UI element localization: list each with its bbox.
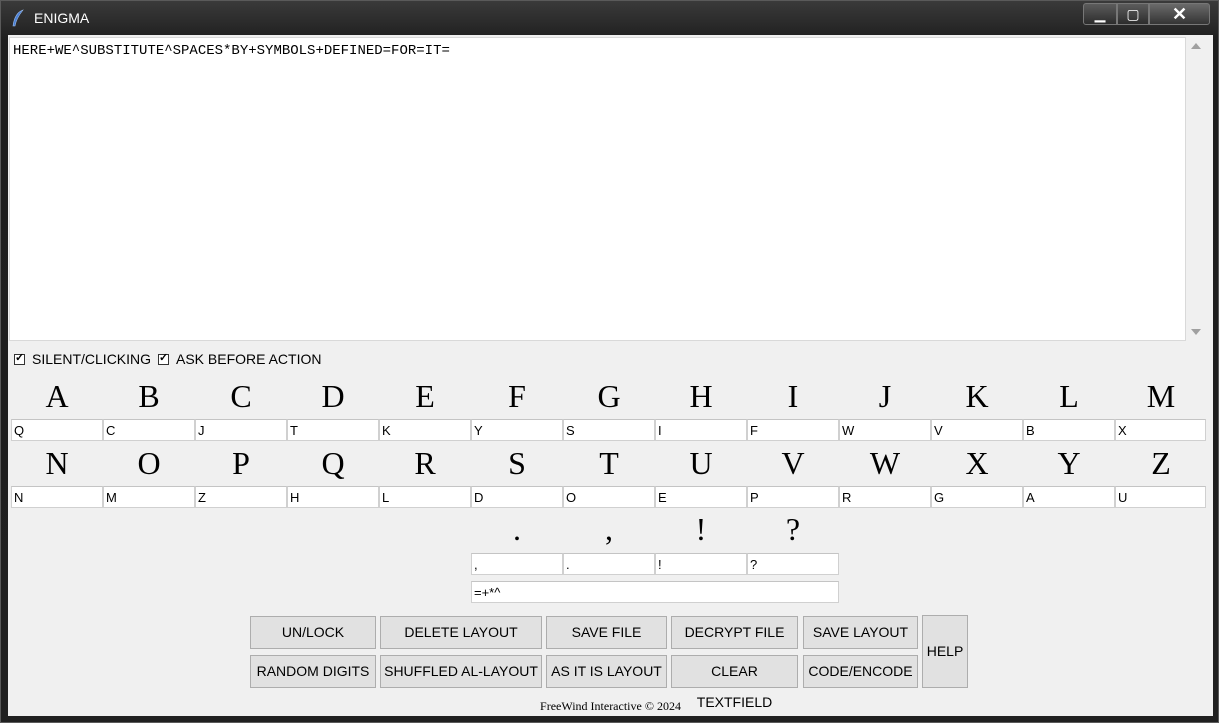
textfield-scrollbar[interactable] <box>1188 37 1205 341</box>
substitution-field[interactable]: R <box>839 486 931 508</box>
punctuation-label: ? <box>785 511 801 547</box>
window-title: ENIGMA <box>34 10 90 26</box>
letter-label: S <box>508 445 526 481</box>
scroll-down-icon[interactable] <box>1191 329 1201 335</box>
code-encode-button[interactable]: CODE/ENCODE <box>803 655 918 688</box>
clear-textfield-button[interactable]: CLEAR TEXTFIELD <box>671 655 798 710</box>
substitution-field[interactable]: L <box>379 486 471 508</box>
silent-clicking-label: SILENT/CLICKING <box>32 351 152 367</box>
letter-label: D <box>321 378 345 414</box>
client-area: HERE+WE^SUBSTITUTE^SPACES*BY+SYMBOLS+DEF… <box>8 35 1213 716</box>
substitution-field[interactable]: T <box>287 419 379 441</box>
unlock-button[interactable]: UN/LOCK <box>250 616 376 649</box>
letter-label: R <box>414 445 436 481</box>
letter-label: Y <box>1057 445 1081 481</box>
letter-label: A <box>45 378 69 414</box>
letter-label: J <box>878 378 892 414</box>
random-digits-button[interactable]: RANDOM DIGITS <box>250 655 376 688</box>
letter-label: C <box>230 378 252 414</box>
substitution-field[interactable]: N <box>11 486 103 508</box>
letter-label: W <box>869 445 901 481</box>
silent-clicking-checkbox[interactable]: SILENT/CLICKING <box>14 351 151 367</box>
substitution-field[interactable]: G <box>931 486 1023 508</box>
close-button[interactable]: ✕ <box>1149 3 1210 25</box>
letter-label: I <box>787 378 799 414</box>
substitution-field[interactable]: Q <box>11 419 103 441</box>
substitution-field[interactable]: J <box>195 419 287 441</box>
ask-before-action-label: ASK BEFORE ACTION <box>176 351 322 367</box>
substitution-field[interactable]: E <box>655 486 747 508</box>
substitution-field[interactable]: Y <box>471 419 563 441</box>
letter-row-2: N O P Q R S T U V W X Y Z <box>11 447 1207 480</box>
maximize-button[interactable]: ▢ <box>1117 3 1149 25</box>
save-layout-button[interactable]: SAVE LAYOUT <box>803 616 918 649</box>
letter-label: M <box>1146 378 1176 414</box>
feather-icon <box>12 9 24 27</box>
substitution-field[interactable]: V <box>931 419 1023 441</box>
decrypt-file-button[interactable]: DECRYPT FILE <box>671 616 798 649</box>
punctuation-field[interactable]: . <box>563 553 655 575</box>
letter-label: X <box>965 445 989 481</box>
help-button[interactable]: HELP <box>922 615 968 688</box>
ask-before-action-checkbox[interactable]: ASK BEFORE ACTION <box>158 351 321 367</box>
punctuation-field[interactable]: ? <box>747 553 839 575</box>
substitution-field[interactable]: H <box>287 486 379 508</box>
punctuation-field[interactable]: ! <box>655 553 747 575</box>
check-icon[interactable] <box>158 351 169 365</box>
check-icon[interactable] <box>14 351 25 365</box>
letter-label: H <box>689 378 713 414</box>
letter-label: G <box>597 378 621 414</box>
as-it-is-layout-button[interactable]: AS IT IS LAYOUT <box>546 655 667 688</box>
letter-label: L <box>1059 378 1079 414</box>
letter-label: O <box>137 445 161 481</box>
letter-label: E <box>415 378 435 414</box>
substitution-field[interactable]: Z <box>195 486 287 508</box>
substitution-field[interactable]: F <box>747 419 839 441</box>
shuffled-layout-button[interactable]: SHUFFLED AL-LAYOUT <box>380 655 542 688</box>
scroll-up-icon[interactable] <box>1191 43 1201 49</box>
punctuation-label: . <box>513 511 521 547</box>
substitution-field[interactable]: D <box>471 486 563 508</box>
substitution-field[interactable]: W <box>839 419 931 441</box>
punctuation-label: , <box>605 511 613 547</box>
footer-copyright: FreeWind Interactive © 2024 <box>540 699 681 713</box>
letter-label: T <box>599 445 619 481</box>
substitution-field[interactable]: B <box>1023 419 1115 441</box>
substitution-field[interactable]: O <box>563 486 655 508</box>
letter-label: K <box>965 378 989 414</box>
substitution-field[interactable]: I <box>655 419 747 441</box>
substitution-field[interactable]: M <box>103 486 195 508</box>
letter-label: B <box>138 378 160 414</box>
letter-row-1: A B C D E F G H I J K L M <box>11 380 1207 413</box>
letter-label: V <box>781 445 805 481</box>
substitution-field[interactable]: C <box>103 419 195 441</box>
letter-label: F <box>508 378 526 414</box>
app-window: ENIGMA ▁ ▢ ✕ HERE+WE^SUBSTITUTE^SPACES*B… <box>0 0 1219 723</box>
letter-label: U <box>689 445 713 481</box>
message-textfield[interactable]: HERE+WE^SUBSTITUTE^SPACES*BY+SYMBOLS+DEF… <box>9 37 1186 341</box>
title-bar[interactable]: ENIGMA ▁ ▢ ✕ <box>1 1 1219 35</box>
substitution-field[interactable]: S <box>563 419 655 441</box>
substitution-field[interactable]: P <box>747 486 839 508</box>
minimize-button[interactable]: ▁ <box>1083 3 1117 25</box>
letter-label: N <box>45 445 69 481</box>
letter-label: Q <box>321 445 345 481</box>
space-symbols-field[interactable]: =+*^ <box>471 581 839 603</box>
letter-label: P <box>232 445 250 481</box>
punctuation-field[interactable]: , <box>471 553 563 575</box>
punctuation-label: ! <box>695 511 707 547</box>
delete-layout-button[interactable]: DELETE LAYOUT <box>380 616 542 649</box>
substitution-field[interactable]: X <box>1115 419 1206 441</box>
substitution-field[interactable]: A <box>1023 486 1115 508</box>
letter-label: Z <box>1151 445 1171 481</box>
substitution-field[interactable]: K <box>379 419 471 441</box>
save-file-button[interactable]: SAVE FILE <box>546 616 667 649</box>
substitution-field[interactable]: U <box>1115 486 1206 508</box>
